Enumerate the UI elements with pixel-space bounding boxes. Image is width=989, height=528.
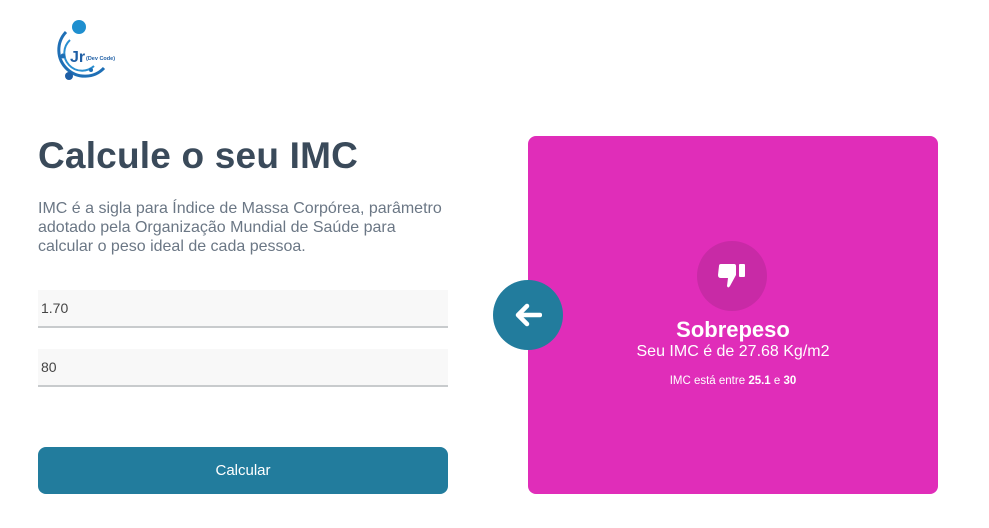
description: IMC é a sigla para Índice de Massa Corpó… (38, 200, 442, 255)
page-title: Calcule o seu IMC (38, 135, 359, 176)
result-icon-circle (697, 241, 767, 311)
range-joiner: e (773, 375, 781, 387)
thumbs-down-icon (718, 264, 745, 288)
range-min: 25.1 (748, 375, 771, 387)
range-prefix: IMC está entre (669, 375, 746, 387)
back-button[interactable] (493, 280, 563, 350)
logo: Jr (Dev Code) (46, 18, 116, 86)
arrow-left-icon (515, 303, 542, 327)
result-card: Sobrepeso Seu IMC é de 27.68 Kg/m2 IMC e… (528, 136, 938, 494)
result-imc: Seu IMC é de 27.68 Kg/m2 (636, 343, 830, 360)
svg-text:Jr: Jr (70, 49, 85, 66)
svg-text:(Dev Code): (Dev Code) (86, 56, 115, 62)
calculate-button[interactable]: Calcular (38, 447, 448, 494)
range-max: 30 (783, 375, 797, 387)
height-input[interactable] (38, 290, 448, 328)
weight-input[interactable] (38, 349, 448, 387)
result-status: Sobrepeso (676, 317, 790, 342)
result-range: IMC está entre 25.1 e 30 (528, 375, 938, 387)
